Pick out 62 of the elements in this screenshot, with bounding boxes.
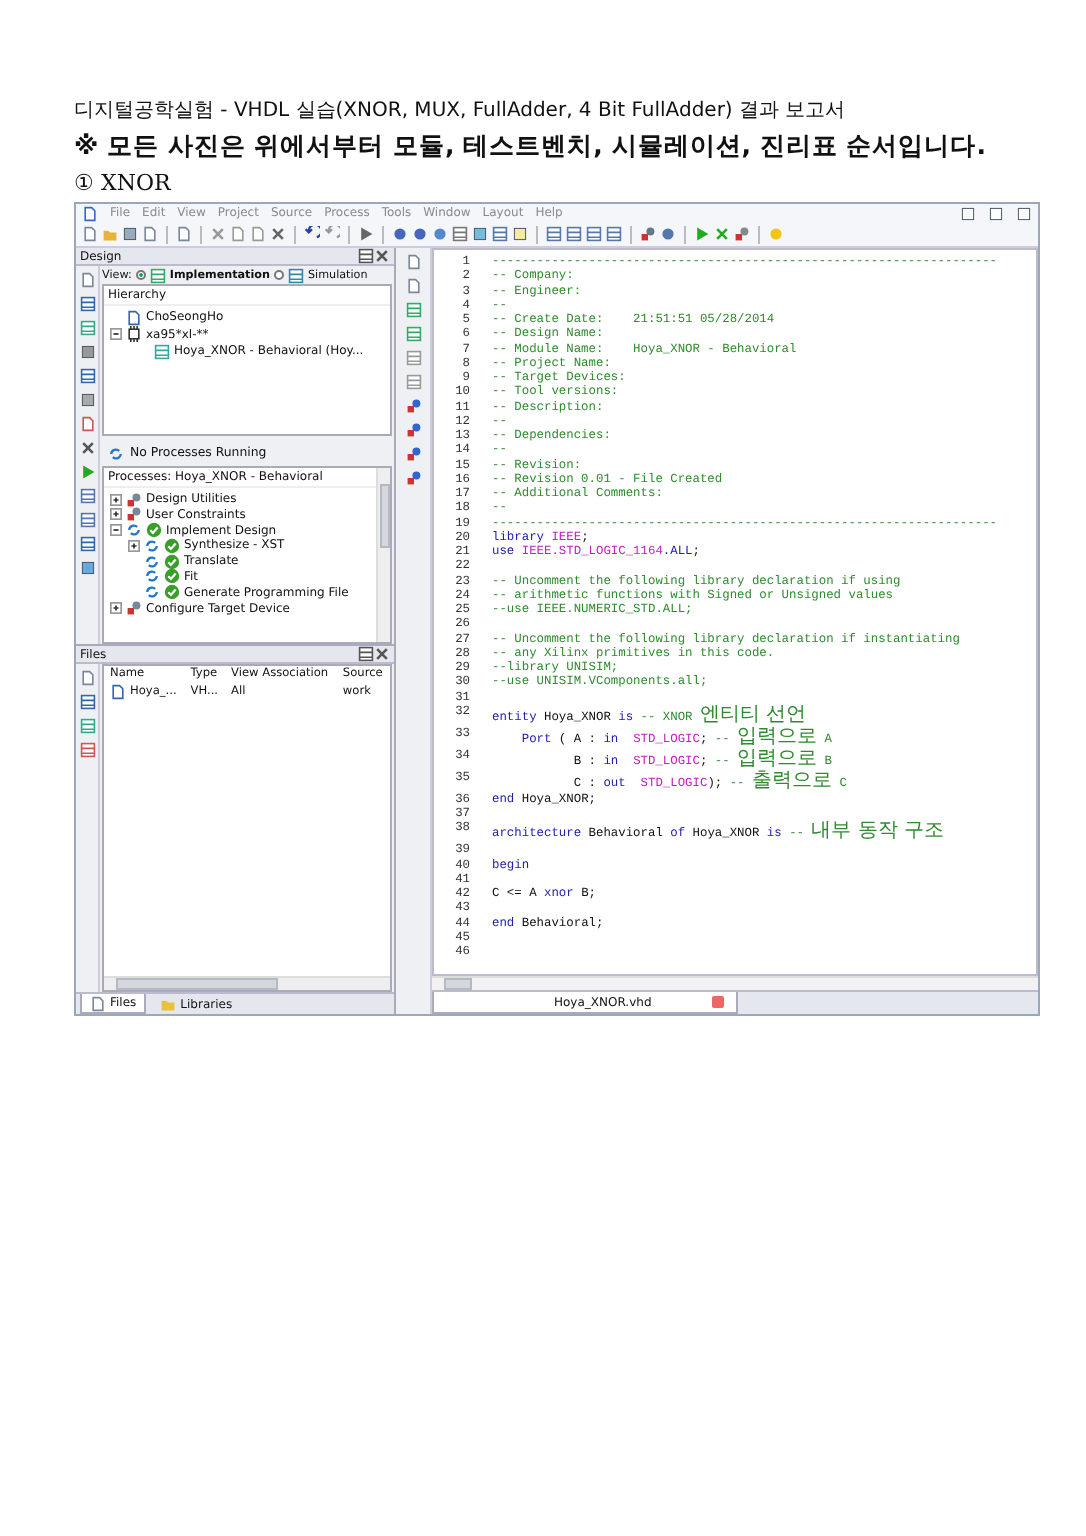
collapse-toggle[interactable]	[110, 524, 122, 537]
expand-toggle[interactable]	[110, 493, 122, 505]
close-icon[interactable]	[1016, 205, 1032, 221]
panel-buttons-icon[interactable]	[358, 646, 374, 662]
grid-icon[interactable]	[405, 350, 421, 366]
radio-button[interactable]	[273, 270, 284, 280]
scrollbar[interactable]	[376, 468, 390, 642]
grid-icon[interactable]	[79, 320, 95, 336]
window-icon[interactable]	[512, 226, 528, 242]
delete-icon[interactable]	[270, 226, 286, 242]
file-icon	[110, 684, 126, 700]
undo-icon[interactable]	[304, 226, 320, 242]
scrollbar[interactable]	[432, 976, 1038, 990]
project-icon	[126, 309, 142, 325]
close-icon[interactable]	[374, 646, 390, 662]
collapse-icon[interactable]	[79, 440, 95, 456]
panel-buttons-icon[interactable]	[358, 248, 374, 264]
play-icon[interactable]	[79, 464, 95, 480]
grid-icon[interactable]	[405, 374, 421, 390]
minimize-icon[interactable]	[960, 205, 976, 221]
grid-icon[interactable]	[79, 718, 95, 734]
document-icon[interactable]	[142, 226, 158, 242]
grid-icon[interactable]	[405, 326, 421, 342]
document-icon[interactable]	[79, 670, 95, 686]
grid-icon[interactable]	[79, 742, 95, 758]
grid-icon[interactable]	[566, 226, 582, 242]
grid-icon[interactable]	[79, 296, 95, 312]
module-icon	[154, 343, 170, 359]
radio-button[interactable]	[135, 270, 146, 280]
window-icon[interactable]	[472, 226, 488, 242]
grid-icon[interactable]	[492, 226, 508, 242]
grid-icon[interactable]	[79, 488, 95, 504]
grid-icon[interactable]	[586, 226, 602, 242]
report-note: ※ 모든 사진은 위에서부터 모듈, 테스트벤치, 시뮬레이션, 진리표 순서입니다.	[74, 130, 988, 164]
scrollbar[interactable]	[104, 976, 390, 990]
collapse-toggle[interactable]	[110, 328, 122, 340]
window-icon[interactable]	[79, 392, 95, 408]
document-icon[interactable]	[176, 226, 192, 242]
document-icon[interactable]	[79, 416, 95, 432]
grid-icon[interactable]	[79, 512, 95, 528]
grid-icon[interactable]	[606, 226, 622, 242]
grid-icon[interactable]	[79, 368, 95, 384]
grid-icon[interactable]	[452, 226, 468, 242]
maximize-icon[interactable]	[988, 205, 1004, 221]
expand-toggle[interactable]	[110, 508, 122, 521]
close-icon[interactable]	[374, 248, 390, 264]
document-icon[interactable]	[79, 272, 95, 288]
window-icon[interactable]	[79, 560, 95, 576]
expand-toggle[interactable]	[110, 602, 122, 615]
refresh-icon	[108, 445, 124, 461]
close-icon[interactable]	[711, 996, 724, 1008]
expand-toggle[interactable]	[128, 539, 140, 552]
grid-icon[interactable]	[79, 694, 95, 710]
grid-icon[interactable]	[79, 536, 95, 552]
grid-icon[interactable]	[405, 302, 421, 318]
section-heading: ① XNOR	[74, 170, 173, 196]
grid-icon[interactable]	[546, 226, 562, 242]
folder-icon	[160, 996, 177, 1012]
document-icon[interactable]	[82, 226, 98, 242]
document-icon	[90, 995, 106, 1011]
report-title: 디지털공학실험 - VHDL 실습(XNOR, MUX, FullAdder, 4 Bit FullAdder) 결과 보고서	[74, 98, 848, 124]
play-icon[interactable]	[694, 226, 710, 242]
